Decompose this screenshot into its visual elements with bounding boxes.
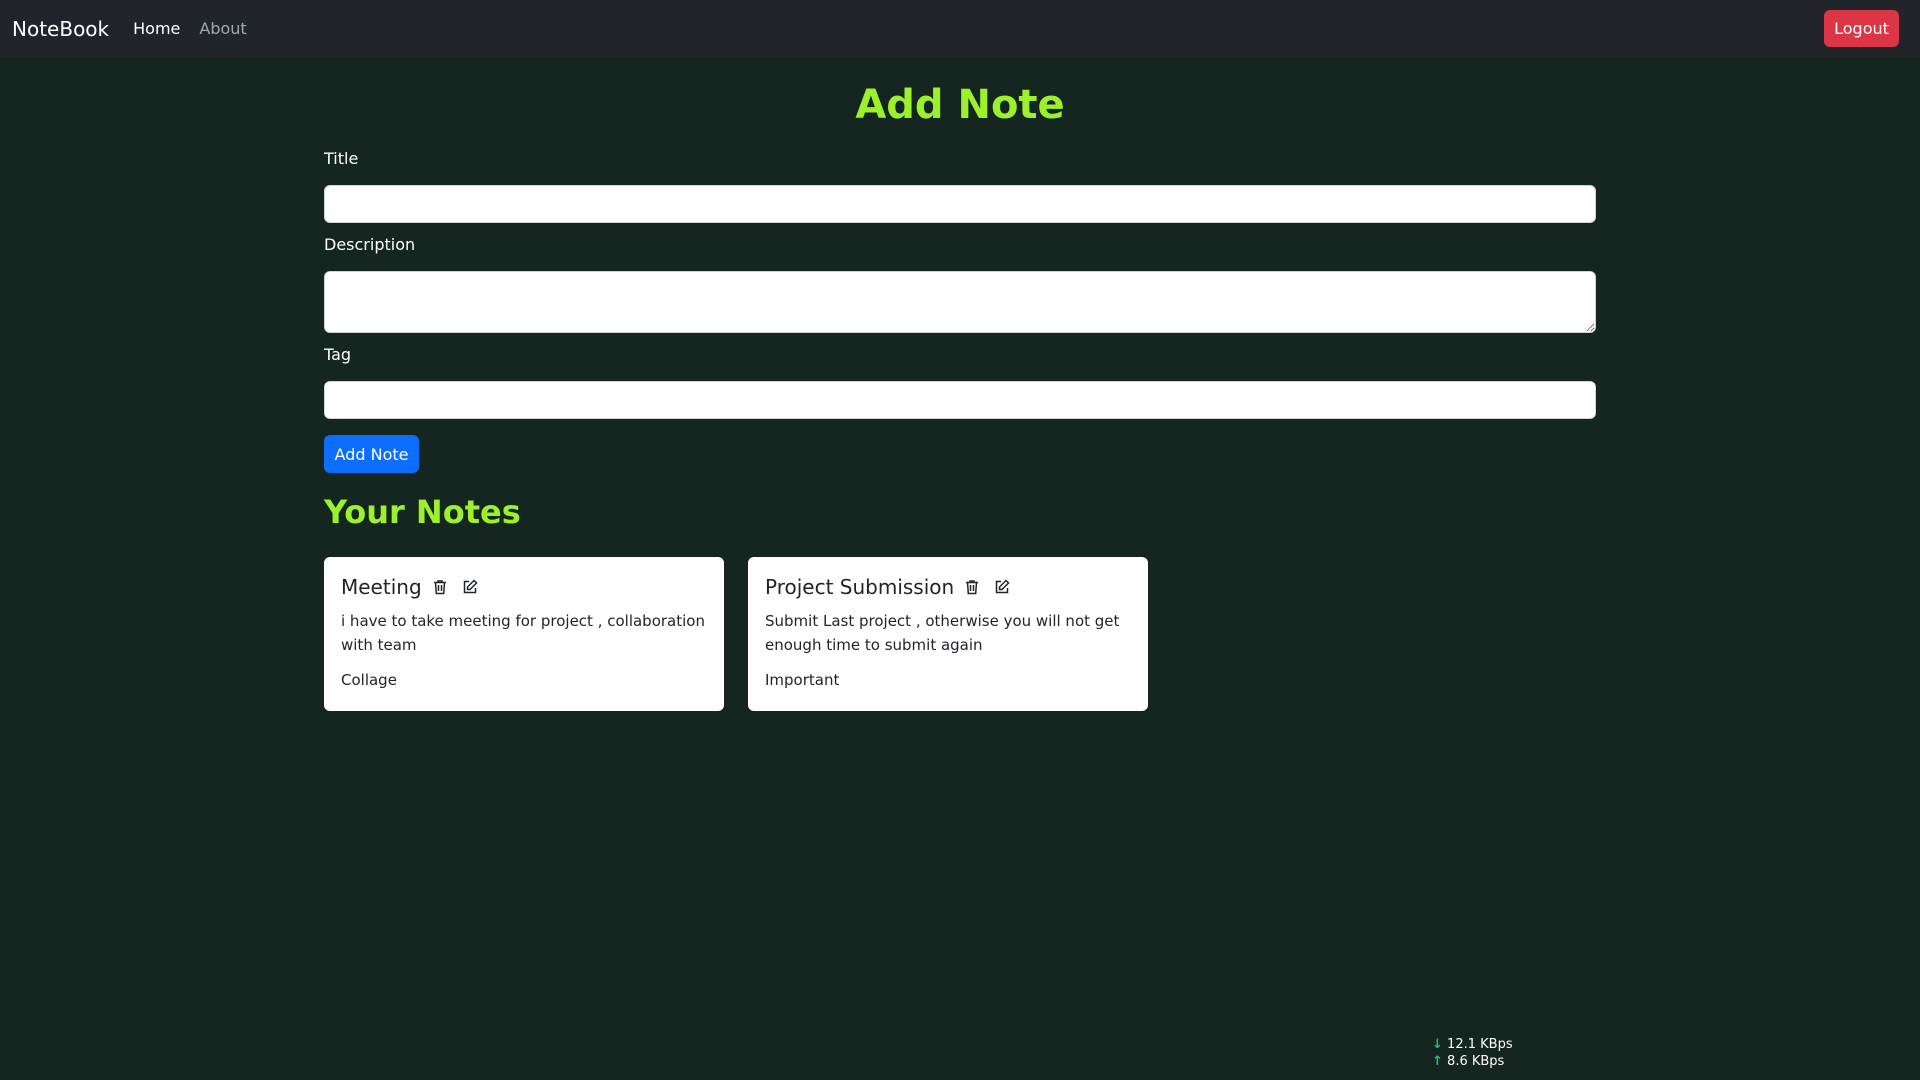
tag-input[interactable]	[324, 381, 1596, 419]
note-card-header: Project Submission	[765, 573, 1131, 601]
notes-heading: Your Notes	[324, 493, 521, 531]
page-title: Add Note	[855, 82, 1065, 128]
download-speed-value: 12.1 KBps	[1447, 1037, 1513, 1052]
title-label: Title	[324, 149, 359, 168]
edit-icon[interactable]	[460, 577, 480, 597]
brand-logo[interactable]: NoteBook	[12, 17, 109, 41]
trash-icon[interactable]	[962, 577, 982, 597]
note-description: i have to take meeting for project , col…	[341, 612, 705, 654]
add-note-button[interactable]: Add Note	[324, 435, 419, 473]
description-label: Description	[324, 235, 416, 254]
note-title: Meeting	[341, 575, 422, 599]
note-tag: Important	[765, 671, 840, 689]
main-container: Add Note Title Description Tag Add Note …	[324, 57, 1596, 711]
edit-icon[interactable]	[992, 577, 1012, 597]
note-tag: Collage	[341, 671, 397, 689]
tag-label: Tag	[324, 345, 352, 364]
logout-button[interactable]: Logout	[1824, 10, 1899, 47]
note-card: Meeting i have to take meeting for proje…	[324, 557, 724, 711]
navbar: NoteBook Home About Logout	[0, 0, 1920, 57]
title-input[interactable]	[324, 185, 1596, 223]
download-speed: ↓ 12.1 KBps	[1432, 1036, 1513, 1053]
nav-link-home[interactable]: Home	[133, 19, 180, 38]
nav-link-about[interactable]: About	[199, 19, 246, 38]
arrow-down-icon: ↓	[1432, 1037, 1443, 1052]
network-speed-widget: ↓ 12.1 KBps ↑ 8.6 KBps	[1432, 1036, 1513, 1070]
upload-speed: ↑ 8.6 KBps	[1432, 1053, 1513, 1070]
note-description: Submit Last project , otherwise you will…	[765, 612, 1120, 654]
note-card-header: Meeting	[341, 573, 707, 601]
notes-list: Meeting i have to take meeting for proje…	[324, 557, 1596, 711]
note-card: Project Submission Submit Last project ,…	[748, 557, 1148, 711]
arrow-up-icon: ↑	[1432, 1054, 1443, 1069]
upload-speed-value: 8.6 KBps	[1447, 1054, 1505, 1069]
description-input[interactable]	[324, 271, 1596, 333]
trash-icon[interactable]	[430, 577, 450, 597]
note-title: Project Submission	[765, 575, 955, 599]
